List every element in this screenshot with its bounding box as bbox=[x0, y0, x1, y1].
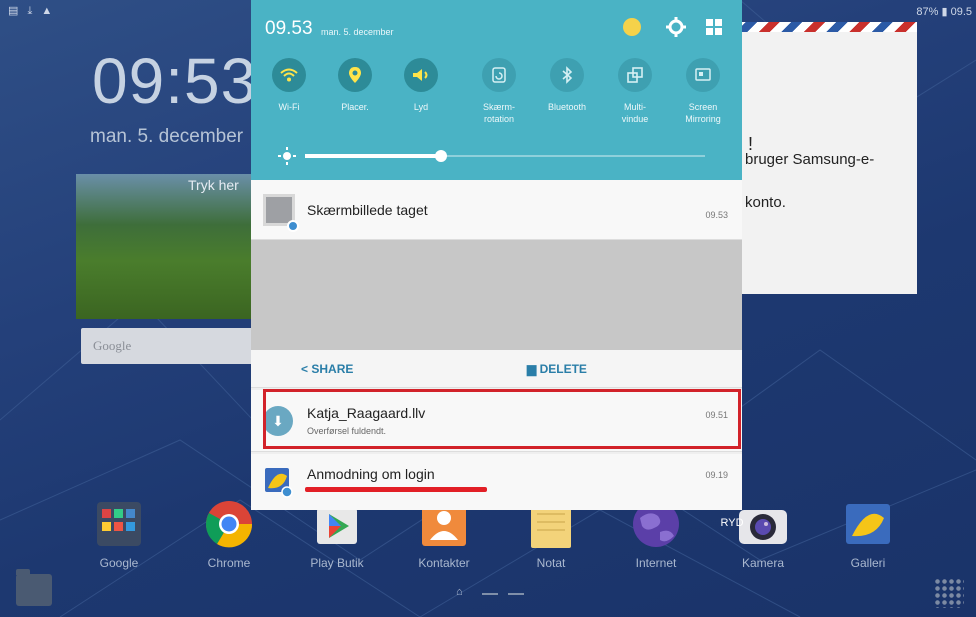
volume-icon bbox=[404, 58, 438, 92]
screenshot-badge-icon bbox=[287, 220, 299, 232]
tile-label: Bluetooth bbox=[547, 102, 587, 112]
tile-sound[interactable]: Lyd bbox=[390, 58, 452, 113]
widget-tap-hint: Tryk her bbox=[188, 177, 239, 193]
card-line-2: bruger Samsung-e- bbox=[745, 151, 875, 168]
notification-title: Anmodning om login bbox=[307, 466, 435, 482]
dock-label-notat: Notat bbox=[536, 556, 566, 570]
widget-landscape-image bbox=[76, 174, 256, 319]
battery-clock: 87% ▮ 09.5 bbox=[916, 6, 972, 18]
folder-icon[interactable] bbox=[16, 569, 52, 606]
dock-label-internet: Internet bbox=[635, 556, 677, 570]
card-line-3: konto. bbox=[745, 194, 786, 211]
widget-date: man. 5. december bbox=[90, 126, 244, 147]
quick-settings-panel: 09.53 man. 5. december Wi-Fi Placer. Lyd… bbox=[251, 0, 742, 180]
notification-title: Skærmbillede taget bbox=[307, 202, 428, 218]
apps-grid-icon[interactable] bbox=[934, 578, 964, 608]
tile-multiwindow[interactable]: Multi- vindue bbox=[604, 58, 666, 125]
screen-mirroring-icon bbox=[686, 58, 720, 92]
tile-label: Skærm- rotation bbox=[483, 102, 515, 124]
dock-label-kamera: Kamera bbox=[741, 556, 785, 570]
dock-label-galleri: Galleri bbox=[850, 556, 886, 570]
grid-icon[interactable] bbox=[703, 16, 725, 38]
notification-time: 09.19 bbox=[705, 470, 728, 480]
login-notification[interactable]: Anmodning om login 09.19 bbox=[251, 454, 742, 510]
share-icon: < bbox=[301, 362, 309, 376]
home-page-icon: ⌂ bbox=[456, 586, 463, 598]
tile-label: Multi- vindue bbox=[621, 102, 649, 124]
tile-label: Placer. bbox=[341, 102, 369, 112]
delete-label: DELETE bbox=[539, 362, 587, 376]
trash-icon: ▆ bbox=[527, 362, 537, 376]
ryd-clear-label[interactable]: RYD bbox=[712, 517, 752, 529]
sun-icon[interactable] bbox=[621, 16, 643, 38]
multiwindow-icon bbox=[618, 58, 652, 92]
tile-bluetooth[interactable]: Bluetooth bbox=[536, 58, 598, 113]
tile-location[interactable]: Placer. bbox=[324, 58, 386, 113]
share-button[interactable]: < SHARE bbox=[301, 362, 353, 376]
page-indicator[interactable]: ⌂ bbox=[456, 586, 536, 600]
status-left-icons: ▤ ⤓ ▲ bbox=[8, 5, 56, 17]
tile-wifi[interactable]: Wi-Fi bbox=[258, 58, 320, 113]
location-icon bbox=[338, 58, 372, 92]
brightness-fill bbox=[305, 154, 441, 158]
tile-label: Screen Mirroring bbox=[685, 102, 721, 124]
qs-time: 09.53 bbox=[265, 18, 313, 39]
highlight-box bbox=[263, 389, 741, 449]
wifi-icon bbox=[272, 58, 306, 92]
chrome-icon[interactable] bbox=[203, 498, 255, 550]
brightness-slider[interactable] bbox=[277, 146, 717, 166]
google-search-bar[interactable]: Google bbox=[81, 328, 256, 364]
google-search-placeholder: Google bbox=[93, 338, 132, 353]
dock-label-google: Google bbox=[99, 556, 139, 570]
screenshot-notification[interactable]: Skærmbillede taget 09.53 bbox=[251, 180, 742, 240]
clock-widget[interactable]: 09:53 man. 5. december Tryk her bbox=[76, 24, 256, 324]
bluetooth-icon bbox=[550, 58, 584, 92]
notification-time: 09.53 bbox=[705, 210, 728, 220]
screenshot-preview[interactable] bbox=[251, 240, 742, 350]
tile-label: Lyd bbox=[413, 102, 429, 112]
dock-label-play-butik: Play Butik bbox=[310, 556, 364, 570]
underline-mark bbox=[305, 487, 487, 492]
delete-button[interactable]: ▆ DELETE bbox=[527, 362, 587, 376]
dock-label-chrome: Chrome bbox=[207, 556, 251, 570]
dock-label-kontakter: Kontakter bbox=[418, 556, 470, 570]
share-label: SHARE bbox=[311, 362, 354, 376]
qs-date: man. 5. december bbox=[321, 27, 394, 37]
google-folder-icon[interactable] bbox=[93, 498, 145, 550]
settings-gear-icon[interactable] bbox=[665, 16, 687, 38]
page-dot bbox=[482, 593, 498, 595]
tile-label: Wi-Fi bbox=[278, 102, 300, 112]
screenshot-actions: < SHARE ▆ DELETE bbox=[251, 350, 742, 388]
brightness-knob[interactable] bbox=[435, 150, 447, 162]
page-dot bbox=[508, 593, 524, 595]
tile-rotation[interactable]: Skærm- rotation bbox=[468, 58, 530, 125]
tile-screen-mirroring[interactable]: Screen Mirroring bbox=[672, 58, 734, 125]
rotation-icon bbox=[482, 58, 516, 92]
widget-time: 09:53 bbox=[92, 45, 258, 117]
brightness-icon bbox=[278, 147, 296, 165]
gallery-icon[interactable] bbox=[842, 498, 894, 550]
notification-list: Skærmbillede taget 09.53 < SHARE ▆ DELET… bbox=[251, 180, 742, 510]
gallery-login-icon bbox=[265, 468, 293, 498]
